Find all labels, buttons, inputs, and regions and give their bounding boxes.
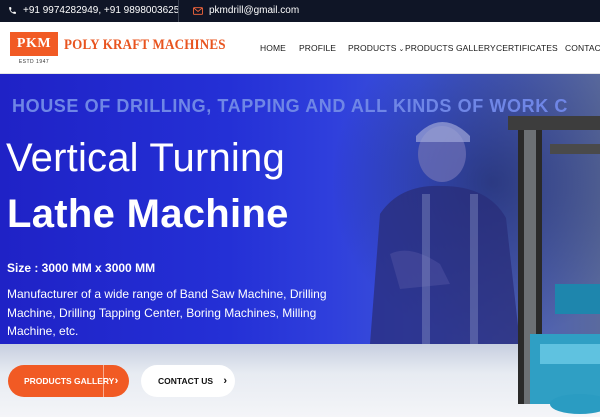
machine-image bbox=[508, 116, 600, 414]
chevron-down-icon: ⌄ bbox=[398, 46, 405, 53]
nav-products-gallery[interactable]: PRODUCTS GALLERY bbox=[405, 43, 496, 53]
hero-description: Manufacturer of a wide range of Band Saw… bbox=[7, 287, 327, 338]
email-contact[interactable]: pkmdrill@gmail.com bbox=[193, 5, 299, 16]
contact-us-button[interactable]: CONTACT US › bbox=[141, 365, 235, 397]
chevron-right-icon: › bbox=[223, 375, 227, 387]
company-name: POLY KRAFT MACHINES bbox=[64, 37, 226, 53]
products-gallery-button[interactable]: PRODUCTS GALLERY › bbox=[8, 365, 129, 397]
phone-numbers: +91 9974282949, +91 9898003625 bbox=[23, 5, 180, 16]
hero-tagline: HOUSE OF DRILLING, TAPPING AND ALL KINDS… bbox=[12, 96, 568, 116]
hero-banner: HOUSE OF DRILLING, TAPPING AND ALL KINDS… bbox=[0, 74, 600, 417]
nav-profile[interactable]: PROFILE bbox=[299, 43, 336, 53]
nav-certificates[interactable]: CERTIFICATES bbox=[496, 43, 558, 53]
topbar-divider bbox=[178, 0, 179, 22]
hero-title-line1: Vertical Turning bbox=[6, 136, 285, 180]
site-logo[interactable]: PKM ESTD 1947 POLY KRAFT MACHINES bbox=[10, 32, 226, 65]
site-header: PKM ESTD 1947 POLY KRAFT MACHINES HOME P… bbox=[0, 22, 600, 74]
envelope-icon bbox=[193, 6, 203, 15]
email-address: pkmdrill@gmail.com bbox=[209, 5, 300, 16]
nav-home[interactable]: HOME bbox=[260, 43, 286, 53]
chevron-right-icon: › bbox=[103, 365, 129, 397]
nav-contact[interactable]: CONTACT bbox=[565, 43, 600, 53]
top-contact-bar: +91 9974282949, +91 9898003625 pkmdrill@… bbox=[0, 0, 600, 22]
hero-size: Size : 3000 MM x 3000 MM bbox=[7, 261, 156, 275]
phone-icon bbox=[8, 6, 17, 15]
logo-estd: ESTD 1947 bbox=[18, 59, 50, 65]
products-gallery-button-label: PRODUCTS GALLERY bbox=[24, 376, 115, 386]
hero-title-line2: Lathe Machine bbox=[7, 192, 289, 236]
logo-mark: PKM bbox=[10, 32, 58, 56]
contact-us-button-label: CONTACT US bbox=[158, 376, 214, 386]
phone-contact[interactable]: +91 9974282949, +91 9898003625 bbox=[8, 5, 179, 16]
nav-products-label: PRODUCTS bbox=[348, 43, 397, 53]
nav-products[interactable]: PRODUCTS ⌄ bbox=[348, 43, 404, 53]
